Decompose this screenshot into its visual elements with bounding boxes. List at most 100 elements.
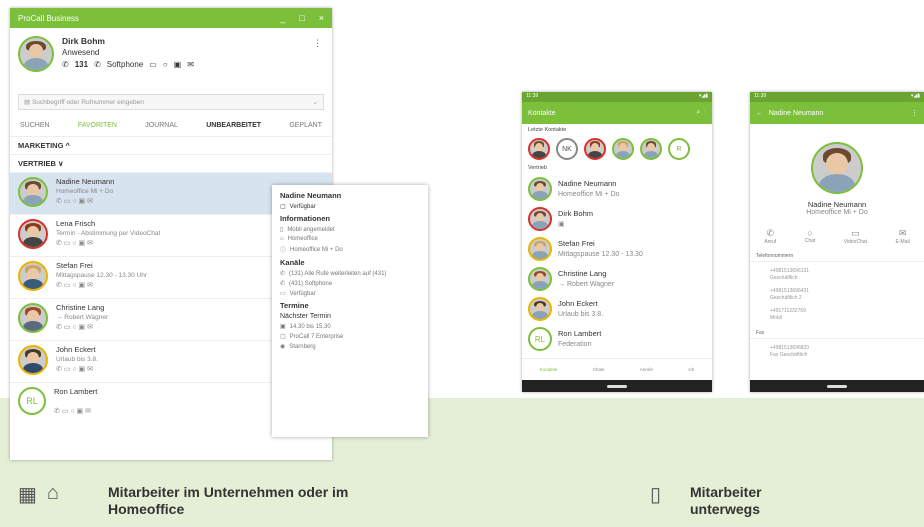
home-icon: ⌂ [280, 236, 284, 242]
group-heading: Vertrieb [528, 165, 547, 171]
search-icon[interactable]: ⌕ [696, 109, 700, 116]
search-placeholder: Suchbegriff oder Rufnummer eingeben [31, 99, 144, 106]
list-item[interactable]: RL Ron Lambert Federation [522, 324, 712, 354]
maximize-button[interactable]: □ [299, 13, 304, 23]
chevron-down-icon[interactable]: ⌄ [313, 98, 318, 106]
contact-name: John Eckert [558, 299, 598, 308]
tab-suchen[interactable]: SUCHEN [20, 122, 50, 136]
system-bar [522, 380, 712, 392]
tab-unbearbeitet[interactable]: UNBEARBEITET [206, 122, 261, 136]
own-profile: Dirk Bohm Anwesend ✆ 131 ✆ Softphone ▭ ○… [10, 28, 332, 86]
own-status[interactable]: Anwesend [62, 47, 194, 58]
recent-heading: Letzte Kontakte [528, 127, 567, 133]
softphone-icon[interactable]: ✆ [94, 59, 101, 70]
group-marketing[interactable]: MARKETING ^ [10, 136, 332, 154]
chat-icon[interactable]: ○ [163, 59, 168, 70]
calendar-icon[interactable]: ▣ [174, 59, 182, 70]
close-button[interactable]: × [319, 13, 324, 23]
popup-kanal-item[interactable]: (431) Softphone [289, 281, 332, 287]
search-icon: ▤ [24, 99, 31, 106]
call-action[interactable]: ✆ Anruf [764, 228, 776, 245]
popup-info-item: Mobil angemeldet [287, 226, 335, 233]
phone-number-row[interactable]: +4981513696431 Geschäftlich 2 [750, 282, 924, 302]
list-item[interactable]: John Eckert Urlaub bis 3.8. [522, 294, 712, 324]
info-icon: ⓘ [280, 248, 287, 254]
search-input[interactable]: ▤ Suchbegriff oder Rufnummer eingeben ⌄ [18, 94, 324, 110]
popup-info-item: Homeoffice Mi + Do [290, 246, 343, 253]
avatar: RL [528, 327, 552, 351]
avatar[interactable] [528, 138, 550, 160]
fax-number-row[interactable]: +4981513696833 Fax Geschäftlich [750, 339, 924, 359]
nav-kontakte[interactable]: Kontakte [540, 367, 558, 372]
phone-icon[interactable]: ✆ [62, 59, 69, 70]
videochat-action[interactable]: ▭ VideoChat [844, 228, 867, 245]
list-item[interactable]: Nadine Neumann Homeoffice Mi + Do [522, 174, 712, 204]
popup-kanal-item[interactable]: Verfügbar [290, 291, 316, 297]
contact-icons[interactable]: ✆ ▭ ○ ▣ ✉ [54, 407, 97, 417]
popup-termin-item: ProCall 7 Enterprise [289, 333, 344, 340]
more-icon[interactable]: ⋮ [313, 38, 322, 49]
nav-anrufe[interactable]: Anrufe [640, 367, 653, 372]
phone-number-row[interactable]: +491711232769 Mobil [750, 302, 924, 322]
contact-sub: Mittagspause 12.30 - 13.30 Uhr [56, 272, 148, 279]
status-bar: 11:39 ▾◢▮ [522, 92, 712, 102]
recent-contacts: NK R [522, 136, 712, 162]
signal-icon: ▾◢▮ [698, 93, 708, 99]
video-icon[interactable]: ▭ [149, 59, 157, 70]
more-icon[interactable]: ⋮ [704, 109, 706, 116]
detail-name: Nadine Neumann [807, 200, 867, 209]
home-icon: ⌂ [46, 482, 59, 504]
list-item[interactable]: Christine Lang → Robert Wagner [522, 264, 712, 294]
mobile-icon: ▯ [280, 227, 284, 233]
avatar[interactable] [584, 138, 606, 160]
mail-action[interactable]: ✉ E-Mail [896, 228, 910, 245]
contact-name: Ron Lambert [54, 387, 98, 396]
list-item[interactable]: Stefan Frei Mittagspause 12.30 - 13.30 [522, 234, 712, 264]
window-title: ProCall Business [18, 13, 79, 23]
avatar[interactable] [18, 36, 54, 72]
contact-icons[interactable]: ✆ ▭ ○ ▣ ✉ [56, 365, 98, 375]
back-icon[interactable]: ← [756, 110, 763, 117]
tab-geplant[interactable]: GEPLANT [289, 122, 322, 136]
avatar[interactable]: NK [556, 138, 578, 160]
section-fax: Fax [750, 322, 924, 339]
avatar: RL [18, 387, 46, 415]
nav-chats[interactable]: Chats [593, 367, 605, 372]
minimize-button[interactable]: _ [280, 13, 285, 23]
chat-action[interactable]: ○ Chat [805, 228, 816, 245]
popup-kanale-heading: Kanäle [280, 258, 305, 267]
avatar[interactable]: R [668, 138, 690, 160]
phone-number-row[interactable]: +4981513696131 Geschäftlich [750, 262, 924, 282]
contact-icons[interactable]: ✆ ▭ ○ ▣ ✉ [56, 197, 114, 207]
popup-kanal-item[interactable]: (131) Alle Rufe weiterleiten auf (431) [289, 271, 386, 277]
action-row: ✆ Anruf ○ Chat ▭ VideoChat ✉ E-Mail [750, 228, 924, 245]
softphone-label: Softphone [106, 60, 144, 69]
avatar[interactable] [640, 138, 662, 160]
status-bar: 11:39 ▾◢▮ [750, 92, 924, 102]
calendar-icon: ▣ [558, 221, 565, 228]
contact-name: Nadine Neumann [56, 177, 115, 186]
mail-icon[interactable]: ✉ [187, 59, 194, 70]
group-vertrieb[interactable]: VERTRIEB ∨ [10, 154, 332, 172]
bottom-nav: Kontakte Chats Anrufe Ich [522, 358, 712, 380]
contact-sub: Termin - Abstimmung per VideoChat [56, 230, 161, 237]
tab-journal[interactable]: JOURNAL [145, 122, 178, 136]
list-item[interactable]: Dirk Bohm ▣ [522, 204, 712, 234]
contact-sub: Federation [558, 341, 592, 348]
avatar[interactable] [612, 138, 634, 160]
title-bar: ProCall Business _ □ × [10, 8, 332, 28]
app-title: Kontakte [528, 109, 556, 117]
contact-name: Stefan Frei [56, 261, 93, 270]
time: 11:39 [526, 93, 539, 99]
contact-icons[interactable]: ✆ ▭ ○ ▣ ✉ [56, 239, 160, 249]
contact-sub: → Robert Wagner [56, 314, 109, 321]
contact-icons[interactable]: ✆ ▭ ○ ▣ ✉ [56, 281, 147, 291]
contact-sub: Homeoffice Mi + Do [56, 188, 114, 195]
app-bar: Kontakte ⌕ ⋮ [522, 102, 712, 124]
tab-favoriten[interactable]: FAVORITEN [78, 122, 117, 136]
nav-ich[interactable]: Ich [688, 367, 694, 372]
contact-icons[interactable]: ✆ ▭ ○ ▣ ✉ [56, 323, 108, 333]
own-phone: 131 [74, 60, 89, 69]
contact-sub: Urlaub bis 3.8. [558, 311, 604, 318]
more-icon[interactable]: ⋮ [911, 109, 918, 117]
